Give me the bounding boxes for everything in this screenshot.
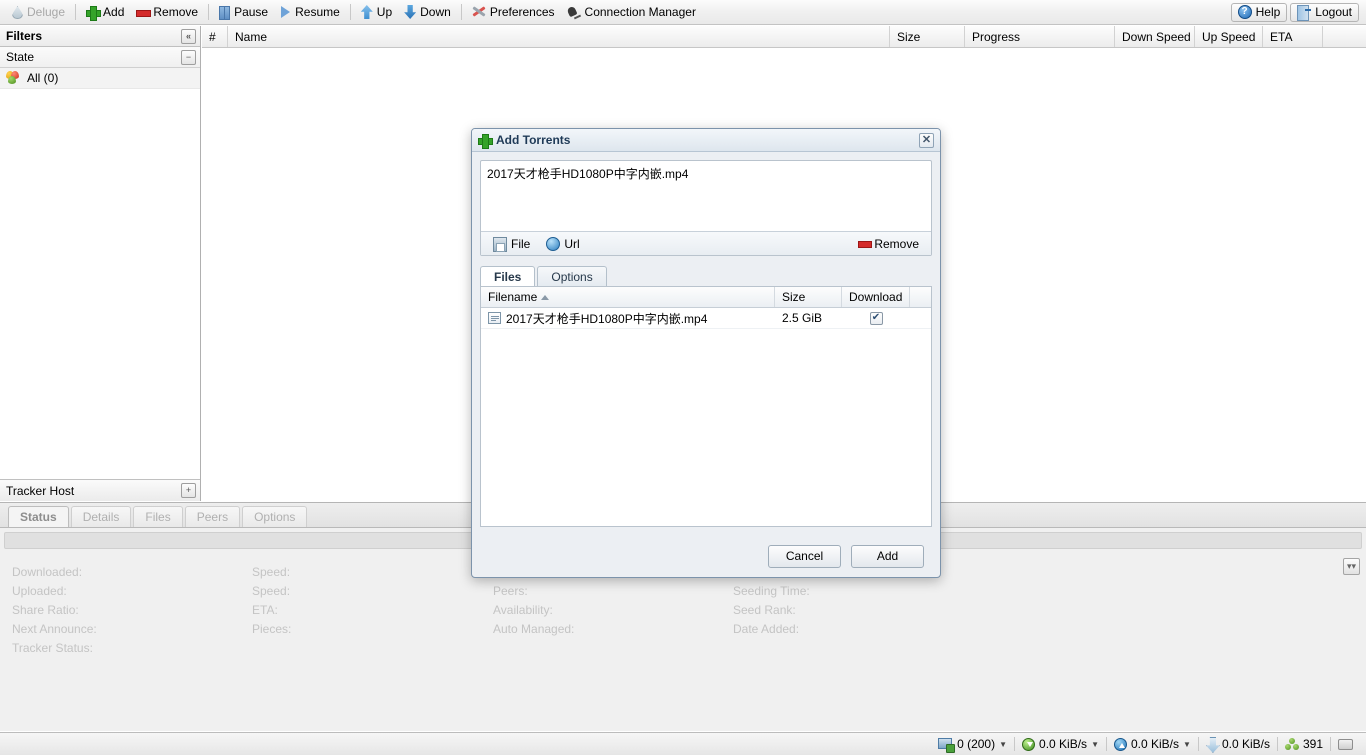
files-table-header: Filename Size Download: [481, 287, 931, 308]
dialog-close-button[interactable]: ✕: [919, 132, 934, 148]
cancel-button[interactable]: Cancel: [768, 544, 841, 568]
remove-torrent-button[interactable]: Remove: [852, 235, 925, 253]
add-url-button[interactable]: Url: [540, 235, 585, 253]
modal-overlay: Add Torrents ✕ 2017天才枪手HD1080P中字内嵌.mp4 F…: [0, 0, 1366, 755]
files-column-size[interactable]: Size: [775, 287, 842, 307]
dialog-body: 2017天才枪手HD1080P中字内嵌.mp4 File Url Remove …: [472, 152, 940, 535]
add-torrents-dialog: Add Torrents ✕ 2017天才枪手HD1080P中字内嵌.mp4 F…: [471, 128, 941, 578]
remove-torrent-label: Remove: [874, 236, 919, 251]
add-file-button[interactable]: File: [487, 235, 536, 253]
dialog-title-bar[interactable]: Add Torrents ✕: [472, 129, 940, 152]
dialog-tab-options[interactable]: Options: [537, 266, 607, 287]
files-table: Filename Size Download 2017天才枪手HD1080P中字…: [480, 286, 932, 527]
add-button[interactable]: Add: [851, 544, 924, 568]
dialog-tabs: Files Options: [480, 264, 932, 287]
dialog-footer: Cancel Add: [472, 535, 940, 577]
file-add-icon: [493, 237, 507, 252]
files-column-filler: [910, 287, 931, 307]
torrent-source-list[interactable]: 2017天才枪手HD1080P中字内嵌.mp4: [481, 161, 931, 231]
file-name-cell: 2017天才枪手HD1080P中字内嵌.mp4: [481, 308, 775, 329]
torrent-source-toolbar: File Url Remove: [481, 231, 931, 255]
add-file-label: File: [511, 236, 531, 251]
document-icon: [488, 312, 501, 324]
files-column-filename[interactable]: Filename: [481, 287, 775, 307]
torrent-source-item[interactable]: 2017天才枪手HD1080P中字内嵌.mp4: [487, 166, 925, 183]
deluge-web-ui: Deluge Add Remove Pause Resume Up Down P…: [0, 0, 1366, 755]
files-table-row[interactable]: 2017天才枪手HD1080P中字内嵌.mp4 2.5 GiB: [481, 308, 931, 329]
minus-icon: [858, 238, 873, 249]
plus-icon: [478, 133, 493, 149]
dialog-tab-files[interactable]: Files: [480, 266, 536, 287]
globe-add-icon: [546, 236, 561, 251]
files-column-filename-label: Filename: [488, 290, 538, 304]
files-column-download[interactable]: Download: [842, 287, 910, 307]
file-download-cell: [842, 308, 910, 329]
file-name-label: 2017天才枪手HD1080P中字内嵌.mp4: [506, 311, 708, 326]
add-url-label: Url: [564, 236, 580, 251]
torrent-source-panel: 2017天才枪手HD1080P中字内嵌.mp4 File Url Remove: [480, 160, 932, 256]
sort-ascending-icon: [541, 294, 550, 300]
file-download-checkbox[interactable]: [869, 311, 883, 325]
file-size-cell: 2.5 GiB: [782, 311, 823, 325]
dialog-title: Add Torrents: [496, 133, 571, 147]
